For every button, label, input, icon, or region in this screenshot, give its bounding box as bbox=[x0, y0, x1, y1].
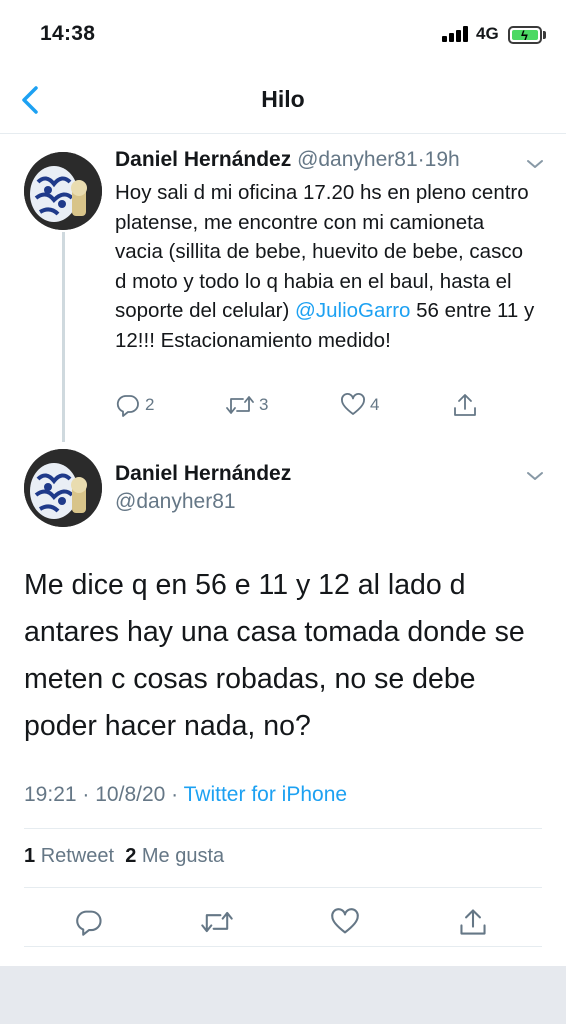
tweet-meta: 19:21 · 10/8/20 · Twitter for iPhone bbox=[24, 783, 347, 807]
reply-button[interactable]: 2 bbox=[115, 390, 154, 420]
likes-stat[interactable]: 2 Me gusta bbox=[125, 845, 224, 867]
retweets-stat[interactable]: 1 Retweet bbox=[24, 845, 114, 867]
tweet-text: Hoy sali d mi oficina 17.20 hs en pleno … bbox=[115, 178, 535, 355]
share-button[interactable] bbox=[452, 390, 478, 420]
retweet-icon bbox=[226, 396, 254, 414]
battery-icon: ϟ bbox=[508, 26, 542, 44]
retweet-button[interactable] bbox=[195, 900, 239, 944]
like-count: 4 bbox=[370, 395, 380, 414]
tweet-source-link[interactable]: Twitter for iPhone bbox=[184, 783, 347, 806]
heart-icon bbox=[341, 393, 365, 415]
avatar-image bbox=[24, 449, 102, 527]
mention-link[interactable]: @JulioGarro bbox=[295, 299, 410, 322]
page-title: Hilo bbox=[261, 86, 305, 112]
main-tweet-actions bbox=[24, 900, 542, 944]
retweet-icon bbox=[201, 911, 233, 933]
retweets-count: 1 bbox=[24, 845, 36, 867]
author-name[interactable]: Daniel Hernández bbox=[115, 148, 291, 171]
tweet-header: Daniel Hernández @danyher81·19h bbox=[115, 148, 460, 172]
retweet-count: 3 bbox=[259, 395, 269, 414]
like-button[interactable] bbox=[323, 900, 367, 944]
nav-bar: Hilo bbox=[0, 66, 566, 134]
divider bbox=[24, 887, 542, 888]
retweets-label: Retweet bbox=[40, 845, 115, 867]
meta-separator: · bbox=[82, 783, 90, 806]
signal-icon bbox=[442, 26, 470, 42]
main-tweet-text: Me dice q en 56 e 11 y 12 al lado d anta… bbox=[24, 569, 525, 742]
tweet-date: 10/8/20 bbox=[95, 783, 166, 806]
status-bar: 14:38 4G ϟ bbox=[0, 0, 566, 66]
header-separator: · bbox=[417, 148, 425, 171]
like-button[interactable]: 4 bbox=[340, 390, 379, 420]
avatar[interactable] bbox=[24, 152, 102, 230]
battery-tip bbox=[543, 31, 546, 39]
reply-count: 2 bbox=[145, 395, 155, 414]
author-name[interactable]: Daniel Hernández bbox=[115, 462, 291, 486]
status-time: 14:38 bbox=[40, 22, 96, 45]
thread-line bbox=[62, 232, 65, 442]
meta-separator: · bbox=[171, 783, 179, 806]
tweet-stats: 1 Retweet 2 Me gusta bbox=[24, 845, 224, 868]
reply-icon bbox=[76, 910, 102, 936]
author-handle[interactable]: @danyher81 bbox=[297, 148, 418, 171]
reply-icon bbox=[116, 395, 139, 417]
network-label: 4G bbox=[476, 24, 499, 43]
tweet-time: 19:21 bbox=[24, 783, 77, 806]
retweet-button[interactable]: 3 bbox=[225, 390, 268, 420]
tweet-time: 19h bbox=[424, 148, 460, 171]
likes-count: 2 bbox=[125, 845, 137, 867]
divider bbox=[24, 828, 542, 829]
author-handle[interactable]: @danyher81 bbox=[115, 490, 236, 514]
heart-icon bbox=[331, 908, 359, 934]
likes-label: Me gusta bbox=[141, 845, 225, 867]
share-icon bbox=[454, 394, 476, 416]
share-button[interactable] bbox=[451, 900, 495, 944]
avatar[interactable] bbox=[24, 449, 102, 527]
tweet-actions: 2 3 4 bbox=[115, 390, 495, 420]
divider bbox=[24, 946, 542, 947]
avatar-image bbox=[24, 152, 102, 230]
reply-button[interactable] bbox=[67, 900, 111, 944]
chevron-down-icon[interactable] bbox=[525, 157, 545, 171]
bottom-bar bbox=[0, 966, 566, 1024]
chevron-down-icon[interactable] bbox=[525, 469, 545, 483]
share-icon bbox=[460, 909, 486, 935]
